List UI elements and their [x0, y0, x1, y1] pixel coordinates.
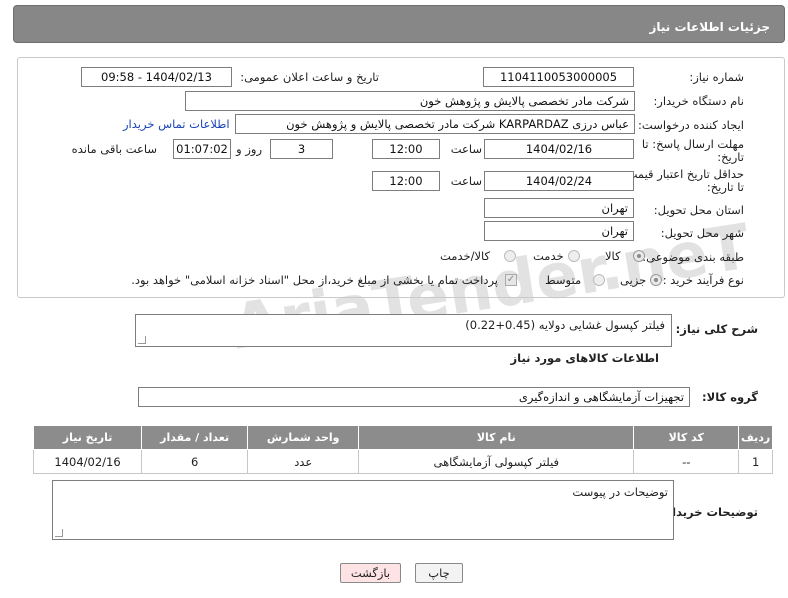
validity-label: حداقل تاریخ اعتبار قیمت: تا تاریخ: — [622, 167, 744, 194]
creator-label: ایجاد کننده درخواست: — [638, 118, 744, 132]
buyer-contact-link[interactable]: اطلاعات تماس خریدار — [123, 117, 230, 131]
cell-date: 1404/02/16 — [32, 449, 143, 474]
category-goods-label: کالا — [605, 249, 621, 263]
process-medium-radio[interactable] — [593, 274, 605, 286]
deadline-label: مهلت ارسال پاسخ: تا تاریخ: — [641, 137, 744, 164]
col-row: ردیف — [738, 425, 773, 450]
validity-time-field: 12:00 — [372, 171, 440, 191]
cell-code: -- — [633, 449, 740, 474]
need-number-field: 1104110053000005 — [483, 67, 634, 87]
page-title: جزئیات اطلاعات نیاز — [649, 20, 770, 34]
col-date: تاریخ نیاز — [32, 425, 143, 450]
category-label: طبقه بندی موضوعی: — [642, 250, 744, 264]
process-label: نوع فرآیند خرید : — [662, 273, 744, 287]
goods-group-field: تجهیزات آزمایشگاهی و اندازه‌گیری — [138, 387, 690, 407]
category-goods-radio[interactable] — [633, 250, 645, 262]
back-button[interactable]: بازگشت — [340, 563, 401, 583]
deadline-time-label: ساعت — [450, 142, 482, 156]
buyer-org-field: شرکت مادر تخصصی پالایش و پژوهش خون — [185, 91, 635, 111]
cell-name: فیلتر کپسولی آزمایشگاهی — [358, 449, 635, 474]
days-label: روز و — [236, 142, 262, 156]
process-medium-label: متوسط — [545, 273, 582, 287]
buyer-notes-label: توضیحات خریدار: — [660, 505, 758, 519]
remaining-time-label: ساعت باقی مانده — [71, 142, 157, 156]
category-service-label: خدمت — [533, 249, 564, 263]
items-section-title: اطلاعات کالاهای مورد نیاز — [510, 351, 659, 365]
category-service-radio[interactable] — [568, 250, 580, 262]
announce-date-label: تاریخ و ساعت اعلان عمومی: — [240, 70, 379, 84]
buyer-notes-field: توضیحات در پیوست — [52, 480, 674, 540]
city-field: تهران — [484, 221, 634, 241]
resize-handle-icon[interactable] — [138, 336, 146, 344]
items-table-header: ردیف کد کالا نام کالا واحد شمارش تعداد /… — [32, 425, 773, 450]
category-goods-service-radio[interactable] — [504, 250, 516, 262]
items-table: ردیف کد کالا نام کالا واحد شمارش تعداد /… — [32, 425, 773, 474]
col-name: نام کالا — [358, 425, 635, 450]
days-field: 3 — [270, 139, 333, 159]
payment-checkbox[interactable]: ✓ — [505, 274, 517, 286]
buyer-notes-text: توضیحات در پیوست — [572, 485, 668, 499]
category-goods-service-label: کالا/خدمت — [440, 249, 491, 263]
need-number-label: شماره نیاز: — [689, 70, 744, 84]
creator-field: عباس درزی KARPARDAZ شرکت مادر تخصصی پالا… — [235, 114, 635, 134]
city-label: شهر محل تحویل: — [660, 226, 744, 240]
description-text: فیلتر کپسول غشایی دولایه (0.45+0.22) — [465, 318, 665, 332]
col-code: کد کالا — [633, 425, 740, 450]
print-button[interactable]: چاپ — [415, 563, 463, 583]
province-label: استان محل تحویل: — [653, 203, 744, 217]
process-minor-radio[interactable] — [650, 274, 662, 286]
validity-time-label: ساعت — [450, 174, 482, 188]
resize-handle-icon[interactable] — [55, 529, 63, 537]
deadline-time-field: 12:00 — [372, 139, 440, 159]
description-label: شرح کلی نیاز: — [675, 322, 758, 336]
cell-row: 1 — [738, 449, 773, 474]
cell-qty: 6 — [141, 449, 249, 474]
validity-date-field: 1404/02/24 — [484, 171, 634, 191]
payment-note: پرداخت تمام یا بخشی از مبلغ خرید،از محل … — [131, 273, 498, 287]
province-field: تهران — [484, 198, 634, 218]
remaining-time-field: 01:07:02 — [173, 139, 231, 159]
buyer-org-label: نام دستگاه خریدار: — [653, 94, 744, 108]
col-unit: واحد شمارش — [247, 425, 360, 450]
table-row: 1 -- فیلتر کپسولی آزمایشگاهی عدد 6 1404/… — [32, 449, 773, 474]
col-qty: تعداد / مقدار — [141, 425, 249, 450]
announce-date-field: 1404/02/13 - 09:58 — [81, 67, 232, 87]
goods-group-label: گروه کالا: — [702, 390, 758, 404]
page-title-bar: جزئیات اطلاعات نیاز — [13, 5, 785, 43]
deadline-date-field: 1404/02/16 — [484, 139, 634, 159]
description-field: فیلتر کپسول غشایی دولایه (0.45+0.22) — [135, 314, 672, 347]
cell-unit: عدد — [247, 449, 360, 474]
process-minor-label: جزیی — [620, 273, 647, 287]
